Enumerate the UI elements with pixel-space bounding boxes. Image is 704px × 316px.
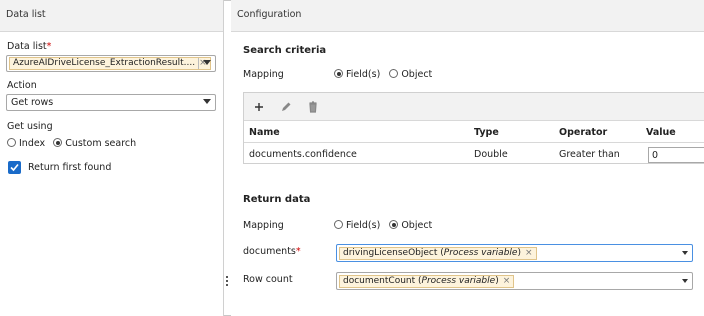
data-list-panel: Data list Data list* AzureAIDriveLicense… (0, 0, 224, 316)
row-type-cell: Double (474, 149, 508, 160)
radio-index-label: Index (19, 138, 46, 149)
chevron-down-icon[interactable] (682, 251, 688, 255)
action-select[interactable]: Get rows (6, 94, 216, 111)
search-mapping-radio-group: Field(s) Object (334, 69, 438, 80)
table-row[interactable]: documents.confidence Double Greater than… (244, 144, 704, 165)
configuration-panel-header: Configuration (231, 0, 704, 32)
documents-variable-select[interactable]: drivingLicenseObject (Process variable) × (336, 244, 693, 262)
radio-object-button[interactable] (389, 69, 399, 78)
search-mapping-label: Mapping (243, 69, 284, 80)
radio-index[interactable]: Index (7, 138, 45, 149)
radio-object-button[interactable] (389, 220, 399, 229)
required-marker: * (295, 246, 301, 257)
grid-toolbar (244, 93, 704, 121)
add-icon[interactable] (252, 100, 266, 114)
row-operator-cell: Greater than (559, 149, 620, 160)
documents-label: documents* (243, 246, 301, 257)
chevron-down-icon[interactable] (203, 99, 211, 104)
radio-fields-label: Field(s) (346, 220, 381, 231)
row-name-cell: documents.confidence (249, 149, 357, 160)
documents-chip-type: Process variable (443, 248, 518, 258)
radio-custom-search-label: Custom search (65, 138, 137, 149)
documents-chip: drivingLicenseObject (Process variable) × (339, 247, 537, 260)
return-mapping-fields-option[interactable]: Field(s) (334, 220, 380, 231)
remove-chip-icon[interactable]: × (525, 248, 533, 258)
row-value-input[interactable]: 0 (648, 147, 704, 163)
get-using-label: Get using (7, 121, 53, 132)
search-criteria-title: Search criteria (243, 45, 327, 56)
radio-object-label: Object (401, 220, 433, 231)
return-first-found-label: Return first found (28, 162, 112, 173)
data-list-select[interactable]: AzureAIDriveLicense_ExtractionResult....… (6, 55, 216, 72)
radio-object-label: Object (401, 69, 433, 80)
required-marker: * (46, 41, 52, 52)
radio-fields-button[interactable] (334, 69, 343, 78)
delete-trash-icon[interactable] (306, 100, 320, 114)
return-first-found-checkbox[interactable] (8, 161, 21, 174)
checkmark-icon (10, 163, 19, 172)
row-count-chip: documentCount (Process variable) × (339, 275, 515, 288)
radio-index-button[interactable] (7, 138, 16, 147)
chevron-down-icon[interactable] (203, 60, 211, 65)
panel-resize-handle[interactable] (226, 276, 230, 290)
search-mapping-fields-option[interactable]: Field(s) (334, 69, 380, 80)
get-using-radio-group: Index Custom search (7, 138, 136, 149)
row-count-chip-type: Process variable (421, 276, 496, 286)
radio-fields-button[interactable] (334, 220, 343, 229)
radio-fields-label: Field(s) (346, 69, 381, 80)
row-count-variable-select[interactable]: documentCount (Process variable) × (336, 272, 693, 290)
select-divider (198, 58, 199, 69)
documents-chip-name: drivingLicenseObject (343, 248, 438, 258)
data-list-chip-text: AzureAIDriveLicense_ExtractionResult.... (13, 58, 196, 68)
grid-header-row: Name Type Operator Value (244, 122, 704, 143)
configuration-panel: Configuration Search criteria Mapping Fi… (231, 0, 704, 316)
radio-custom-search[interactable]: Custom search (53, 138, 136, 149)
return-data-title: Return data (243, 194, 311, 205)
return-mapping-radio-group: Field(s) Object (334, 220, 438, 231)
return-mapping-object-option[interactable]: Object (389, 220, 432, 231)
chevron-down-icon[interactable] (682, 279, 688, 283)
radio-custom-search-button[interactable] (53, 138, 63, 147)
column-header-name[interactable]: Name (249, 127, 280, 138)
action-label: Action (7, 80, 37, 91)
remove-chip-icon[interactable]: × (503, 276, 511, 286)
column-header-type[interactable]: Type (474, 127, 499, 138)
data-list-label: Data list* (7, 41, 52, 52)
row-count-label: Row count (243, 274, 293, 285)
return-mapping-label: Mapping (243, 220, 284, 231)
edit-pencil-icon[interactable] (279, 100, 293, 114)
data-list-panel-header: Data list (0, 0, 223, 32)
search-mapping-object-option[interactable]: Object (389, 69, 432, 80)
data-list-chip: AzureAIDriveLicense_ExtractionResult....… (9, 57, 211, 70)
action-select-value: Get rows (11, 97, 54, 108)
search-criteria-grid: Name Type Operator Value documents.confi… (243, 92, 704, 164)
row-count-chip-name: documentCount (343, 276, 416, 286)
column-header-operator[interactable]: Operator (559, 127, 607, 138)
column-header-value[interactable]: Value (646, 127, 676, 138)
